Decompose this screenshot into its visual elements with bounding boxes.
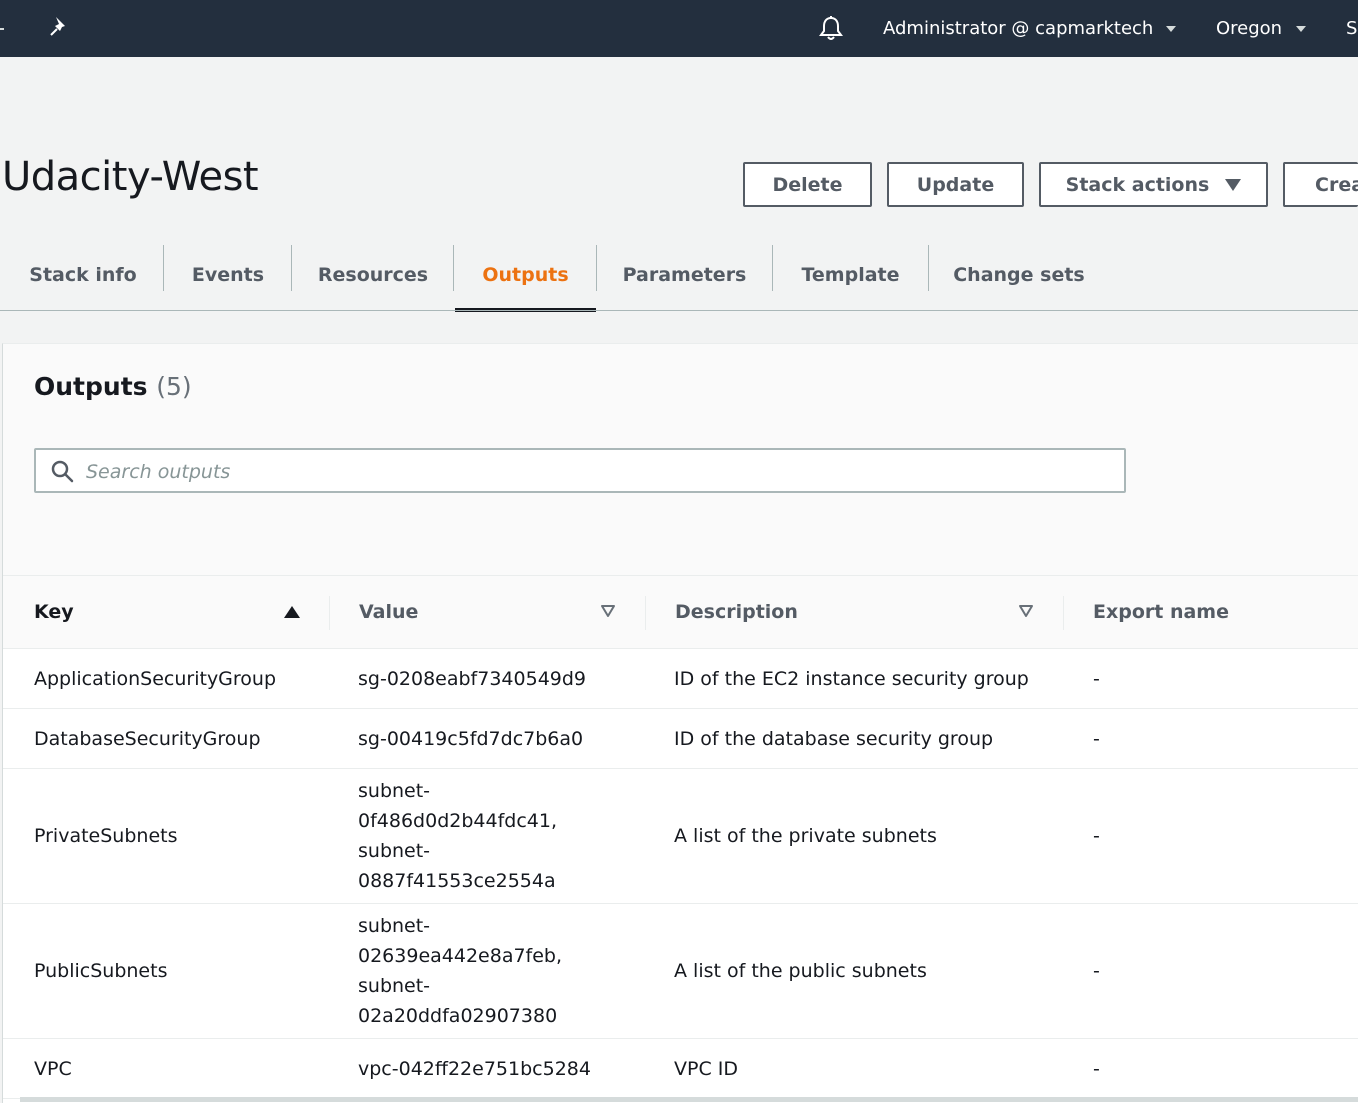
top-navigation-bar: Administrator @ capmarktech Oregon S bbox=[0, 0, 1358, 57]
pin-icon[interactable] bbox=[48, 16, 70, 38]
row-key: VPC bbox=[34, 1057, 72, 1080]
update-button-label: Update bbox=[916, 173, 995, 196]
row-value: sg-0208eabf7340549d9 bbox=[358, 667, 587, 690]
delete-button-label: Delete bbox=[772, 173, 843, 196]
outputs-panel-header: Outputs (5) bbox=[3, 344, 1358, 576]
tab-events[interactable]: Events bbox=[164, 240, 292, 310]
stack-tabs: Stack info Events Resources Outputs Para… bbox=[0, 240, 1358, 312]
support-menu[interactable]: S bbox=[1346, 18, 1357, 39]
update-button[interactable]: Update bbox=[887, 162, 1024, 207]
row-key: PublicSubnets bbox=[34, 960, 168, 982]
delete-button[interactable]: Delete bbox=[743, 162, 872, 207]
tab-change-sets[interactable]: Change sets bbox=[929, 240, 1109, 310]
row-key: ApplicationSecurityGroup bbox=[34, 667, 277, 690]
tab-parameters[interactable]: Parameters bbox=[597, 240, 772, 310]
table-row: VPC vpc-042ff22e751bc5284 VPC ID - bbox=[3, 1039, 1358, 1099]
search-input[interactable] bbox=[84, 456, 1088, 488]
account-menu[interactable]: Administrator @ capmarktech bbox=[883, 18, 1153, 39]
tab-divider bbox=[453, 245, 454, 291]
column-divider bbox=[329, 596, 330, 630]
nav-edge-fragment bbox=[0, 28, 4, 30]
row-key: PrivateSubnets bbox=[34, 825, 178, 847]
row-description: ID of the database security group bbox=[674, 727, 994, 750]
outputs-count: (5) bbox=[156, 372, 192, 401]
row-export-name: - bbox=[1093, 960, 1100, 982]
page-title: Udacity-West bbox=[2, 154, 259, 200]
outputs-heading: Outputs (5) bbox=[34, 372, 192, 401]
row-value: sg-00419c5fd7dc7b6a0 bbox=[358, 727, 584, 750]
table-row: PublicSubnets subnet- 02639ea442e8a7feb,… bbox=[3, 904, 1358, 1039]
stack-actions-button[interactable]: Stack actions bbox=[1039, 162, 1268, 207]
tab-outputs[interactable]: Outputs bbox=[455, 240, 596, 312]
tabs-baseline bbox=[0, 310, 1358, 311]
tab-template[interactable]: Template bbox=[773, 240, 928, 310]
table-row: ApplicationSecurityGroup sg-0208eabf7340… bbox=[3, 649, 1358, 709]
row-value: vpc-042ff22e751bc5284 bbox=[358, 1057, 591, 1080]
column-header-export-name[interactable]: Export name bbox=[1093, 576, 1229, 648]
search-box[interactable] bbox=[34, 448, 1126, 493]
outputs-title: Outputs bbox=[34, 372, 148, 401]
row-value: subnet- 0f486d0d2b44fdc41, subnet- 0887f… bbox=[358, 780, 557, 892]
column-divider bbox=[1063, 596, 1064, 630]
column-divider bbox=[645, 596, 646, 630]
region-menu[interactable]: Oregon bbox=[1216, 18, 1282, 39]
row-export-name: - bbox=[1093, 825, 1100, 847]
create-stack-button[interactable]: Crea bbox=[1283, 162, 1358, 207]
sort-descending-icon[interactable] bbox=[600, 604, 616, 618]
row-export-name: - bbox=[1093, 727, 1100, 750]
row-description: VPC ID bbox=[674, 1057, 738, 1080]
table-row: PrivateSubnets subnet- 0f486d0d2b44fdc41… bbox=[3, 769, 1358, 904]
column-header-key[interactable]: Key bbox=[34, 576, 74, 648]
row-export-name: - bbox=[1093, 667, 1100, 690]
sort-ascending-icon[interactable] bbox=[284, 606, 300, 618]
stack-actions-label: Stack actions bbox=[1065, 173, 1210, 196]
row-export-name: - bbox=[1093, 1057, 1100, 1080]
row-value: subnet- 02639ea442e8a7feb, subnet- 02a20… bbox=[358, 915, 563, 1027]
tab-stack-info[interactable]: Stack info bbox=[2, 240, 164, 310]
horizontal-scrollbar[interactable] bbox=[20, 1097, 1358, 1102]
row-description: A list of the public subnets bbox=[674, 960, 927, 982]
account-menu-caret-icon[interactable] bbox=[1166, 26, 1176, 32]
row-description: ID of the EC2 instance security group bbox=[674, 667, 1029, 690]
create-stack-label: Crea bbox=[1315, 173, 1358, 196]
row-description: A list of the private subnets bbox=[674, 825, 937, 847]
row-key: DatabaseSecurityGroup bbox=[34, 727, 261, 750]
bell-icon[interactable] bbox=[817, 14, 845, 42]
search-icon bbox=[51, 460, 74, 483]
table-row: DatabaseSecurityGroup sg-00419c5fd7dc7b6… bbox=[3, 709, 1358, 769]
sort-descending-icon[interactable] bbox=[1018, 604, 1034, 618]
outputs-panel: Outputs (5) Key Value Description Export… bbox=[2, 343, 1358, 1103]
region-menu-caret-icon[interactable] bbox=[1296, 26, 1306, 32]
table-header: Key Value Description Export name bbox=[3, 576, 1358, 649]
column-header-description[interactable]: Description bbox=[675, 576, 798, 648]
caret-down-icon bbox=[1225, 178, 1242, 191]
tab-resources[interactable]: Resources bbox=[292, 240, 454, 310]
column-header-value[interactable]: Value bbox=[359, 576, 418, 648]
